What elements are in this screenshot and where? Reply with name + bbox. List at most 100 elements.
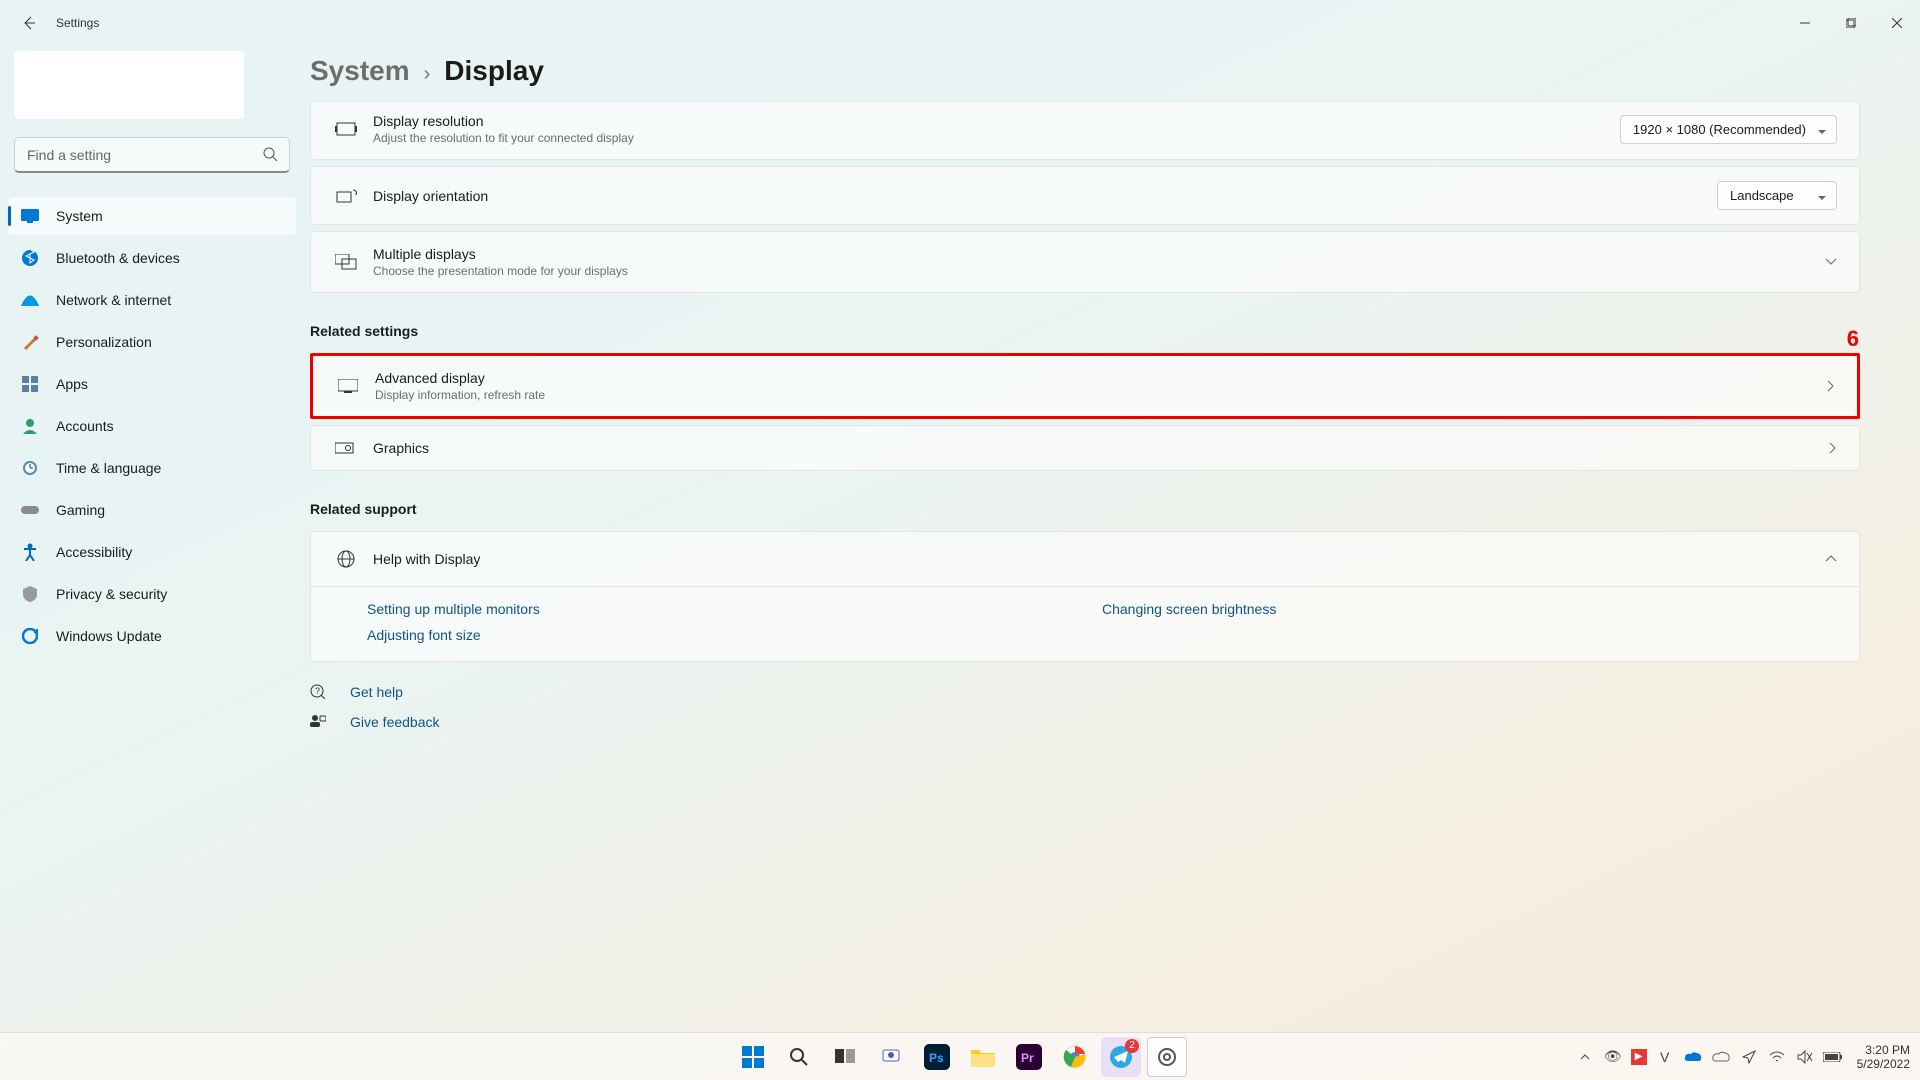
maximize-button[interactable] (1828, 8, 1874, 38)
sidebar-item-time[interactable]: Time & language (8, 449, 296, 487)
card-subtitle: Choose the presentation mode for your di… (373, 264, 1811, 278)
arrow-left-icon (21, 15, 37, 31)
premiere-icon: Pr (1016, 1044, 1042, 1070)
help-link-multi-monitors[interactable]: Setting up multiple monitors (367, 601, 1102, 617)
sidebar-item-accounts[interactable]: Accounts (8, 407, 296, 445)
tray-battery-icon[interactable] (1823, 1047, 1843, 1067)
tray-onedrive-icon[interactable] (1683, 1047, 1703, 1067)
sidebar-item-label: Apps (56, 376, 88, 392)
taskbar-settings[interactable] (1147, 1037, 1187, 1077)
sidebar-item-gaming[interactable]: Gaming (8, 491, 296, 529)
tray-app-icon[interactable]: ▶ (1631, 1049, 1647, 1065)
globe-icon (333, 550, 359, 568)
taskbar-search[interactable] (779, 1037, 819, 1077)
annotation-highlight: 6 Advanced display Display information, … (310, 353, 1860, 419)
help-link-font-size[interactable]: Adjusting font size (367, 627, 1102, 643)
feedback-row[interactable]: Give feedback (310, 714, 1860, 730)
main-content: System › Display Display resolution Adju… (310, 45, 1920, 1032)
sidebar-item-label: Network & internet (56, 292, 171, 308)
feedback-link[interactable]: Give feedback (350, 714, 440, 730)
card-help-display: Help with Display Setting up multiple mo… (310, 531, 1860, 662)
get-help-row[interactable]: ? Get help (310, 684, 1860, 700)
minimize-button[interactable] (1782, 8, 1828, 38)
windows-icon (742, 1046, 764, 1068)
card-subtitle: Display information, refresh rate (375, 388, 1813, 402)
taskbar: Ps Pr 2 👁 ▶ V 3:20 PM 5/29/2022 (0, 1032, 1920, 1080)
sidebar-item-label: Gaming (56, 502, 105, 518)
taskbar-chat[interactable] (871, 1037, 911, 1077)
taskbar-center: Ps Pr 2 (733, 1037, 1187, 1077)
taskbar-chrome[interactable] (1055, 1037, 1095, 1077)
chevron-right-icon (1827, 380, 1835, 392)
titlebar: Settings (0, 0, 1920, 45)
sidebar-item-apps[interactable]: Apps (8, 365, 296, 403)
card-title: Graphics (373, 440, 1815, 456)
tray-location-icon[interactable] (1739, 1047, 1759, 1067)
account-card[interactable] (14, 51, 244, 119)
card-display-resolution[interactable]: Display resolution Adjust the resolution… (310, 103, 1860, 160)
sidebar-item-update[interactable]: Windows Update (8, 617, 296, 655)
maximize-icon (1846, 18, 1856, 28)
sidebar-item-label: Accessibility (56, 544, 132, 560)
accessibility-icon (20, 542, 40, 562)
back-button[interactable] (20, 14, 38, 32)
close-button[interactable] (1874, 8, 1920, 38)
dropdown-value: 1920 × 1080 (Recommended) (1633, 122, 1806, 137)
get-help-link[interactable]: Get help (350, 684, 403, 700)
help-link-brightness[interactable]: Changing screen brightness (1102, 601, 1837, 617)
breadcrumb-parent[interactable]: System (310, 55, 410, 87)
advanced-display-icon (335, 379, 361, 393)
close-icon (1892, 18, 1902, 28)
badge: 2 (1125, 1039, 1139, 1053)
taskbar-explorer[interactable] (963, 1037, 1003, 1077)
section-related-settings: Related settings (310, 323, 1860, 339)
card-title: Advanced display (375, 370, 1813, 386)
help-header[interactable]: Help with Display (311, 532, 1859, 586)
taskbar-app-pr[interactable]: Pr (1009, 1037, 1049, 1077)
feedback-icon (310, 714, 332, 730)
tray-wifi-icon[interactable] (1767, 1047, 1787, 1067)
gaming-icon (20, 500, 40, 520)
sidebar-item-bluetooth[interactable]: Bluetooth & devices (8, 239, 296, 277)
start-button[interactable] (733, 1037, 773, 1077)
tray-chevron-icon[interactable] (1575, 1047, 1595, 1067)
orientation-icon (333, 188, 359, 204)
card-text: Graphics (373, 440, 1815, 456)
window-controls (1782, 8, 1920, 38)
tray-v-icon[interactable]: V (1655, 1047, 1675, 1067)
card-display-orientation[interactable]: Display orientation Landscape (310, 166, 1860, 225)
card-advanced-display[interactable]: Advanced display Display information, re… (313, 356, 1857, 416)
multiple-displays-icon (333, 254, 359, 270)
tray-eye-icon[interactable]: 👁 (1603, 1047, 1623, 1067)
orientation-dropdown[interactable]: Landscape (1717, 181, 1837, 210)
card-title: Display orientation (373, 188, 1717, 204)
breadcrumb-separator: › (424, 63, 431, 86)
card-multiple-displays[interactable]: Multiple displays Choose the presentatio… (310, 231, 1860, 293)
graphics-icon (333, 441, 359, 455)
search-icon (789, 1047, 809, 1067)
tray-cloud-icon[interactable] (1711, 1047, 1731, 1067)
tray-volume-icon[interactable] (1795, 1047, 1815, 1067)
card-subtitle: Adjust the resolution to fit your connec… (373, 131, 1620, 145)
minimize-icon (1800, 18, 1810, 28)
update-icon (20, 626, 40, 646)
taskbar-app-ps[interactable]: Ps (917, 1037, 957, 1077)
gear-icon (1157, 1047, 1177, 1067)
resolution-icon (333, 121, 359, 137)
sidebar-item-system[interactable]: System (8, 197, 296, 235)
sidebar-item-personalization[interactable]: Personalization (8, 323, 296, 361)
card-graphics[interactable]: Graphics (310, 425, 1860, 471)
taskbar-clock[interactable]: 3:20 PM 5/29/2022 (1857, 1043, 1910, 1071)
dropdown-value: Landscape (1730, 188, 1794, 203)
sidebar-item-privacy[interactable]: Privacy & security (8, 575, 296, 613)
taskbar-app-telegram[interactable]: 2 (1101, 1037, 1141, 1077)
card-text: Multiple displays Choose the presentatio… (373, 246, 1811, 278)
sidebar-item-network[interactable]: Network & internet (8, 281, 296, 319)
chevron-up-icon (1825, 555, 1837, 563)
resolution-dropdown[interactable]: 1920 × 1080 (Recommended) (1620, 115, 1837, 144)
help-body: Setting up multiple monitors Changing sc… (311, 586, 1859, 661)
card-title: Help with Display (373, 551, 1811, 567)
taskbar-taskview[interactable] (825, 1037, 865, 1077)
sidebar-item-accessibility[interactable]: Accessibility (8, 533, 296, 571)
search-input[interactable] (14, 137, 290, 173)
